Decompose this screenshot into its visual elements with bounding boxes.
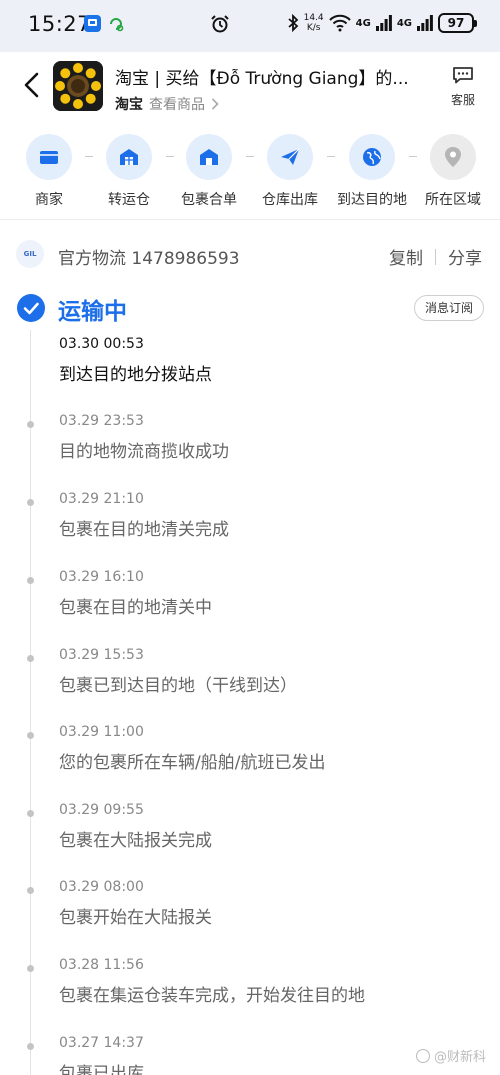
tracking-actions: 复制 分享	[389, 244, 482, 269]
signal-label-1: 4G	[355, 17, 371, 29]
event-time: 03.29 11:00	[59, 724, 144, 740]
copy-button[interactable]: 复制	[389, 244, 423, 269]
chat-bubble-icon	[453, 67, 473, 84]
step-label: 转运仓	[108, 192, 150, 208]
tracking-row: GIL 官方物流 1478986593 复制 分享	[0, 236, 500, 276]
watermark: @财新科	[415, 1046, 486, 1065]
timeline-dot	[27, 421, 34, 428]
event-desc: 包裹开始在大陆报关	[59, 908, 212, 928]
subscribe-notifications-button[interactable]: 消息订阅	[413, 295, 484, 321]
package-merge-icon	[200, 149, 218, 165]
status-row: 运输中 消息订阅	[0, 290, 500, 330]
wifi-icon	[328, 14, 351, 32]
step-label: 商家	[35, 192, 63, 208]
network-speed: 14.4 K/s	[303, 13, 324, 33]
timeline-dot	[27, 732, 34, 739]
event-desc: 到达目的地分拨站点	[59, 365, 212, 385]
event-desc: 包裹在集运仓装车完成，开始发往目的地	[59, 986, 365, 1006]
event-time: 03.29 08:00	[59, 879, 144, 895]
event-desc: 包裹已到达目的地（干线到达）	[59, 676, 297, 696]
chat-notification-icon	[110, 18, 124, 32]
location-pin-icon	[445, 147, 461, 167]
event-desc: 包裹已出库	[59, 1064, 144, 1075]
customer-service-button[interactable]: 客服	[446, 66, 480, 108]
step-current-region[interactable]: 所在区域	[413, 134, 493, 209]
shop-logo[interactable]	[53, 61, 103, 111]
timeline-dot	[27, 965, 34, 972]
action-separator	[435, 248, 436, 265]
shipment-status: 运输中	[58, 299, 127, 325]
timeline-dot	[27, 887, 34, 894]
step-transit-warehouse[interactable]: 转运仓	[89, 134, 169, 209]
event-time: 03.29 21:10	[59, 491, 144, 507]
timeline-dot	[27, 655, 34, 662]
step-warehouse-out[interactable]: 仓库出库	[250, 134, 330, 209]
sunflower-logo-icon	[53, 61, 103, 111]
signal-bars-icon	[417, 15, 433, 31]
step-arrived-destination[interactable]: 到达目的地	[332, 134, 412, 209]
watermark-text: @财新科	[433, 1050, 486, 1065]
carrier-tracking-number: 官方物流 1478986593	[58, 249, 240, 269]
event-time: 03.29 09:55	[59, 802, 144, 818]
chevron-right-icon	[211, 98, 219, 110]
step-label: 所在区域	[425, 192, 481, 208]
back-arrow-icon[interactable]	[20, 68, 44, 102]
event-time: 03.29 23:53	[59, 413, 144, 429]
timeline-dot	[27, 810, 34, 817]
event-desc: 包裹在目的地清关完成	[59, 520, 229, 540]
section-divider	[0, 219, 500, 220]
view-goods-label: 查看商品	[149, 97, 205, 113]
step-package-merge[interactable]: 包裹合单	[169, 134, 249, 209]
event-desc: 目的地物流商揽收成功	[59, 442, 229, 462]
signal-label-2: 4G	[396, 17, 412, 29]
app-notification-icon	[84, 15, 101, 32]
timeline-dot	[27, 577, 34, 584]
carrier-logo-icon: GIL	[16, 240, 44, 268]
shop-title: 淘宝 | 买给【Đỗ Trường Giang】的...	[115, 69, 409, 89]
bluetooth-icon	[288, 14, 298, 32]
event-time: 03.28 11:56	[59, 957, 144, 973]
app-header: 淘宝 | 买给【Đỗ Trường Giang】的... 淘宝 查看商品 客服	[0, 52, 500, 120]
check-circle-icon	[17, 294, 45, 322]
step-label: 包裹合单	[181, 192, 237, 208]
logistics-steps: 商家 转运仓 包裹合单 仓库出库 到达目的地 所在区域	[0, 128, 500, 212]
paper-plane-icon	[281, 148, 300, 165]
event-time: 03.29 16:10	[59, 569, 144, 585]
event-time: 03.30 00:53	[59, 336, 144, 352]
event-desc: 您的包裹所在车辆/船舶/航班已发出	[59, 753, 326, 773]
battery-icon: 97	[438, 13, 477, 33]
step-label: 到达目的地	[337, 192, 407, 208]
event-desc: 包裹在大陆报关完成	[59, 831, 212, 851]
timeline-line	[30, 330, 31, 1075]
platform-name: 淘宝	[115, 97, 143, 113]
alarm-icon	[211, 15, 229, 33]
globe-icon	[363, 148, 381, 166]
step-merchant[interactable]: 商家	[9, 134, 89, 209]
event-desc: 包裹在目的地清关中	[59, 598, 212, 618]
clock: 15:27	[28, 12, 92, 36]
weibo-icon	[415, 1048, 430, 1063]
timeline-dot	[27, 499, 34, 506]
customer-service-label: 客服	[450, 93, 475, 107]
status-indicators: 14.4 K/s 4G 4G 97	[287, 13, 477, 33]
view-goods-link[interactable]: 淘宝 查看商品	[115, 94, 219, 114]
step-label: 仓库出库	[262, 192, 318, 208]
timeline-dot	[27, 1043, 34, 1050]
status-bar: 15:27 14.4 K/s 4G 4G 97	[0, 0, 500, 52]
event-time: 03.27 14:37	[59, 1035, 144, 1051]
event-time: 03.29 15:53	[59, 647, 144, 663]
store-icon	[40, 151, 58, 164]
signal-bars-icon	[375, 15, 392, 31]
share-button[interactable]: 分享	[448, 244, 482, 269]
warehouse-icon	[120, 149, 138, 165]
